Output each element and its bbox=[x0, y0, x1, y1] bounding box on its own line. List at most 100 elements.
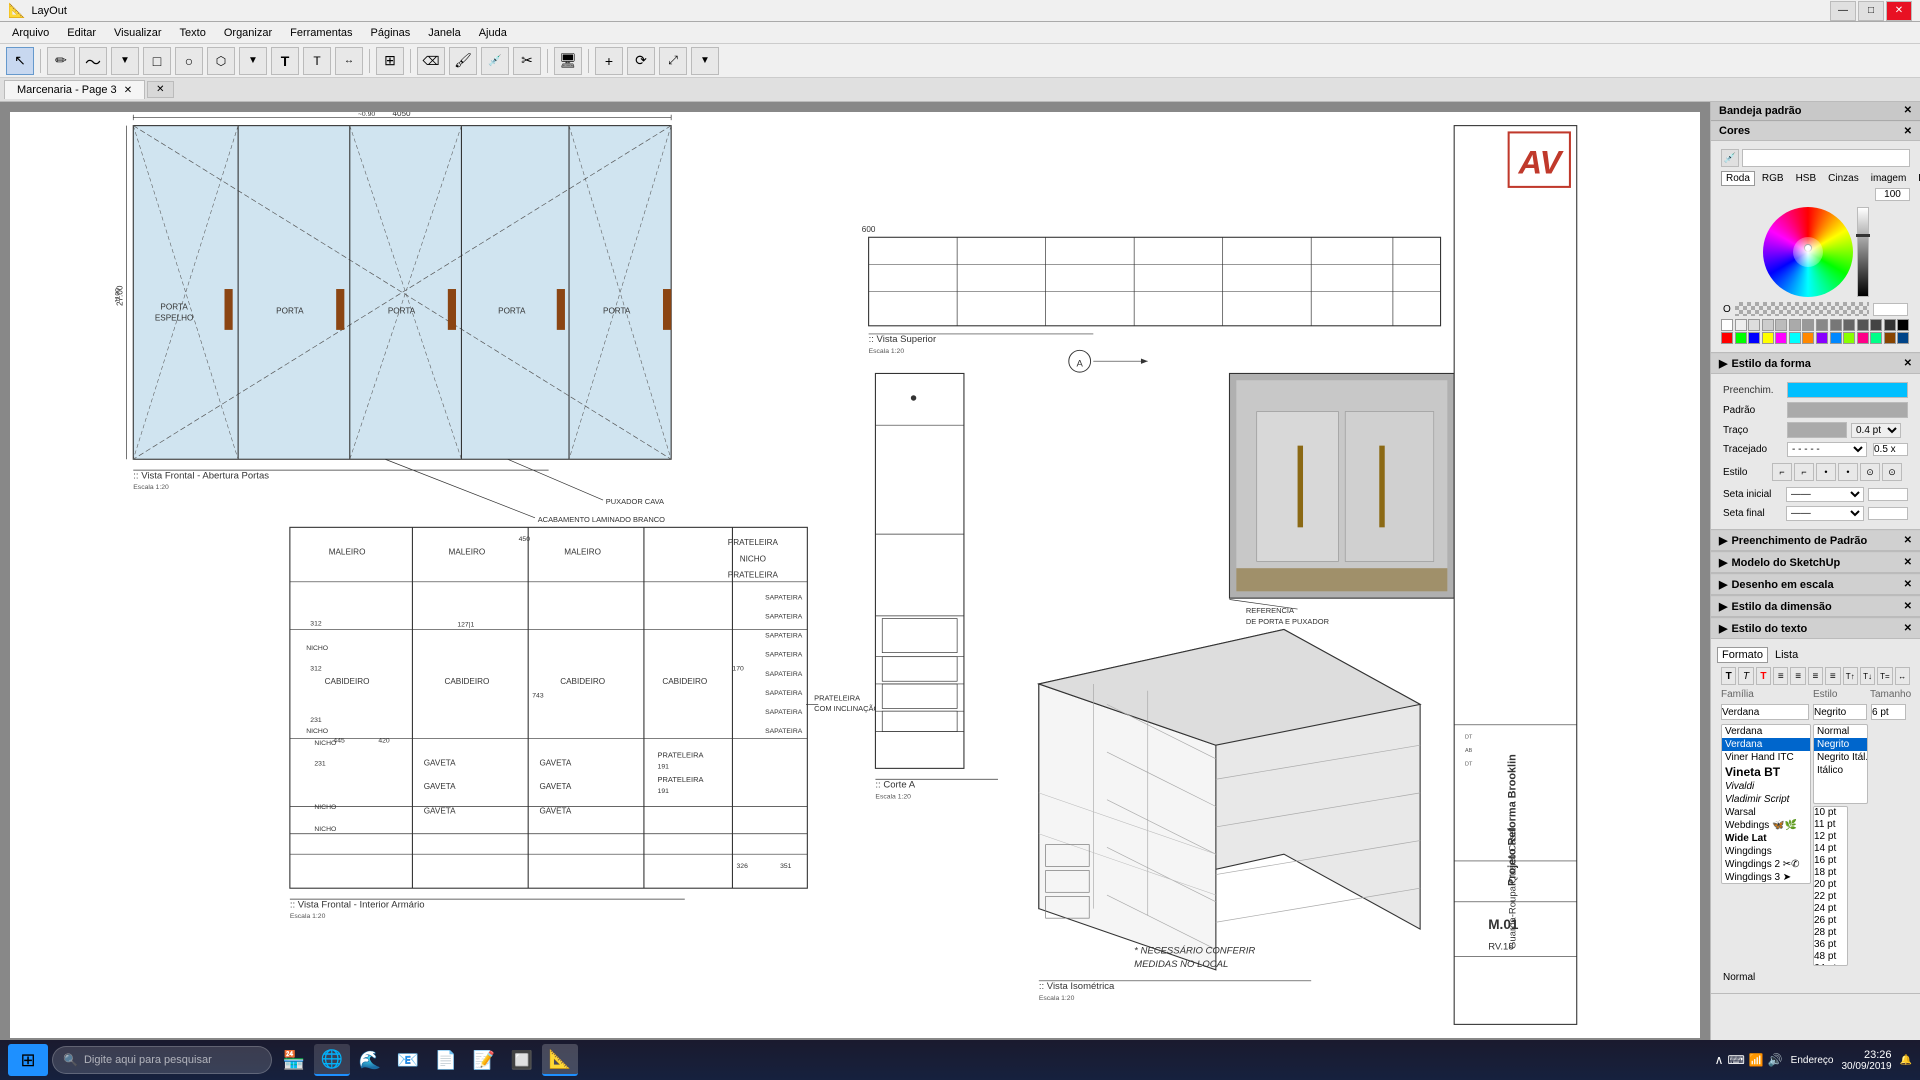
tab-marcenaria[interactable]: Marcenaria - Page 3 ✕ bbox=[4, 80, 145, 99]
text-style-header[interactable]: ▶ Estilo do texto ✕ bbox=[1711, 618, 1920, 639]
scale-drawing-header[interactable]: ▶ Desenho em escala ✕ bbox=[1711, 574, 1920, 595]
canvas-area[interactable]: PORTA ESPELHO PORTA PORTA PORTA PORTA 40… bbox=[0, 102, 1710, 1048]
tool-move[interactable]: ⤢ bbox=[659, 47, 687, 75]
swatch-magenta[interactable] bbox=[1775, 332, 1787, 344]
swatch-6[interactable] bbox=[1802, 319, 1814, 331]
taskbar-wifi-icon[interactable]: 📶 bbox=[1749, 1053, 1764, 1067]
tool-scissors[interactable]: ✂ bbox=[513, 47, 541, 75]
tool-eraser[interactable]: ⌫ bbox=[417, 47, 445, 75]
menu-organizar[interactable]: Organizar bbox=[216, 25, 280, 41]
taskbar-app-mail[interactable]: 📧 bbox=[390, 1044, 426, 1076]
taskbar-up-arrow-icon[interactable]: ∧ bbox=[1715, 1053, 1724, 1067]
swatch-black[interactable] bbox=[1897, 319, 1909, 331]
dimension-style-header[interactable]: ▶ Estilo da dimensão ✕ bbox=[1711, 596, 1920, 617]
font-style-list[interactable]: Normal Negrito Negrito Itál. Itálico bbox=[1813, 724, 1868, 804]
seta-inicial-select[interactable]: —— bbox=[1786, 487, 1864, 502]
font-size-input[interactable] bbox=[1871, 704, 1906, 720]
scale-drawing-close-icon[interactable]: ✕ bbox=[1904, 579, 1912, 590]
menu-editar[interactable]: Editar bbox=[59, 25, 104, 41]
swatch-purple[interactable] bbox=[1816, 332, 1828, 344]
tool-polygon[interactable]: ⬡ bbox=[207, 47, 235, 75]
stroke-width-select[interactable]: 0.4 pt 0.5 pt 1 pt bbox=[1851, 423, 1901, 438]
estilo-btn-1[interactable]: ⌐ bbox=[1772, 463, 1792, 481]
close-panel-btn[interactable]: ✕ bbox=[147, 81, 173, 98]
swatch-3[interactable] bbox=[1762, 319, 1774, 331]
tool-monitor[interactable]: 🖥 bbox=[554, 47, 582, 75]
seta-final-size[interactable]: 1 pt bbox=[1868, 507, 1908, 520]
tab-hsb[interactable]: HSB bbox=[1791, 171, 1822, 186]
taskbar-app-layout[interactable]: 📐 bbox=[542, 1044, 578, 1076]
swatch-orange[interactable] bbox=[1802, 332, 1814, 344]
font-style-input[interactable] bbox=[1813, 704, 1867, 720]
swatch-1[interactable] bbox=[1735, 319, 1747, 331]
menu-ajuda[interactable]: Ajuda bbox=[471, 25, 515, 41]
tab-imagem[interactable]: imagem bbox=[1866, 171, 1912, 186]
tool-eyedropper[interactable]: 💉 bbox=[481, 47, 509, 75]
tool-sync[interactable]: ⟳ bbox=[627, 47, 655, 75]
menu-ferramentas[interactable]: Ferramentas bbox=[282, 25, 360, 41]
close-button[interactable]: ✕ bbox=[1886, 1, 1912, 21]
color-wheel[interactable] bbox=[1763, 207, 1853, 297]
fill-pattern-header[interactable]: ▶ Preenchimento de Padrão ✕ bbox=[1711, 530, 1920, 551]
swatch-red[interactable] bbox=[1721, 332, 1733, 344]
taskbar-app-word[interactable]: 📝 bbox=[466, 1044, 502, 1076]
font-family-list[interactable]: Verdana Verdana Viner Hand ITC Vineta BT… bbox=[1721, 724, 1811, 884]
tool-bezier[interactable]: 〜 bbox=[79, 47, 107, 75]
align-justify-button[interactable]: ≡ bbox=[1825, 667, 1840, 685]
colors-close-icon[interactable]: ✕ bbox=[1904, 126, 1912, 137]
swatch-ltgreen[interactable] bbox=[1843, 332, 1855, 344]
stroke-color-box[interactable] bbox=[1787, 422, 1847, 438]
taskbar-notification-icon[interactable]: 🔔 bbox=[1900, 1055, 1912, 1066]
tool-dropdown3[interactable]: ▼ bbox=[691, 47, 719, 75]
tool-add[interactable]: + bbox=[595, 47, 623, 75]
tool-dimension[interactable]: ↔ bbox=[335, 47, 363, 75]
swatch-green[interactable] bbox=[1735, 332, 1747, 344]
menu-visualizar[interactable]: Visualizar bbox=[106, 25, 170, 41]
swatch-12[interactable] bbox=[1884, 319, 1896, 331]
hex-color-input[interactable] bbox=[1742, 149, 1910, 167]
swatch-2[interactable] bbox=[1748, 319, 1760, 331]
swatch-teal[interactable] bbox=[1870, 332, 1882, 344]
taskbar-app-edge[interactable]: 🌊 bbox=[352, 1044, 388, 1076]
taskbar-search[interactable]: 🔍 Digite aqui para pesquisar bbox=[52, 1046, 272, 1074]
maximize-button[interactable]: □ bbox=[1858, 1, 1884, 21]
menu-arquivo[interactable]: Arquivo bbox=[4, 25, 57, 41]
bold-button[interactable]: T bbox=[1721, 667, 1736, 685]
tool-pencil[interactable]: ✏ bbox=[47, 47, 75, 75]
swatch-ltblue[interactable] bbox=[1830, 332, 1842, 344]
tool-rect[interactable]: □ bbox=[143, 47, 171, 75]
shape-style-close-icon[interactable]: ✕ bbox=[1904, 358, 1912, 369]
estilo-btn-4[interactable]: • bbox=[1838, 463, 1858, 481]
estilo-btn-2[interactable]: ⌐ bbox=[1794, 463, 1814, 481]
menu-paginas[interactable]: Páginas bbox=[363, 25, 419, 41]
seta-inicial-size[interactable]: 5 pt bbox=[1868, 488, 1908, 501]
swatch-9[interactable] bbox=[1843, 319, 1855, 331]
text-btn-11[interactable]: ↔ bbox=[1895, 667, 1910, 685]
estilo-btn-6[interactable]: ⊙ bbox=[1882, 463, 1902, 481]
sketchup-header[interactable]: ▶ Modelo do SketchUp ✕ bbox=[1711, 552, 1920, 573]
swatch-brown[interactable] bbox=[1884, 332, 1896, 344]
seta-final-select[interactable]: —— bbox=[1786, 506, 1864, 521]
align-left-button[interactable]: ≡ bbox=[1773, 667, 1788, 685]
tab-cinzas[interactable]: Cinzas bbox=[1823, 171, 1864, 186]
tab-formato[interactable]: Formato bbox=[1717, 647, 1768, 663]
taskbar-app-ie[interactable]: 🌐 bbox=[314, 1044, 350, 1076]
dimension-style-close-icon[interactable]: ✕ bbox=[1904, 601, 1912, 612]
italic-button[interactable]: T bbox=[1738, 667, 1753, 685]
taskbar-app-store[interactable]: 🏪 bbox=[276, 1044, 312, 1076]
color-text-button[interactable]: T bbox=[1756, 667, 1771, 685]
align-right-button[interactable]: ≡ bbox=[1808, 667, 1823, 685]
tab-roda[interactable]: Roda bbox=[1721, 171, 1755, 186]
swatch-pink[interactable] bbox=[1857, 332, 1869, 344]
eyedropper-button[interactable]: 💉 bbox=[1721, 149, 1739, 167]
swatch-11[interactable] bbox=[1870, 319, 1882, 331]
dash-select[interactable]: - - - - - —————— bbox=[1787, 442, 1867, 457]
tool-paint[interactable]: 🖌 bbox=[449, 47, 477, 75]
swatch-4[interactable] bbox=[1775, 319, 1787, 331]
swatch-cyan[interactable] bbox=[1789, 332, 1801, 344]
tool-text2[interactable]: T bbox=[303, 47, 331, 75]
swatch-yellow[interactable] bbox=[1762, 332, 1774, 344]
brightness-slider[interactable] bbox=[1857, 207, 1869, 297]
sketchup-close-icon[interactable]: ✕ bbox=[1904, 557, 1912, 568]
tool-select[interactable]: ↖ bbox=[6, 47, 34, 75]
